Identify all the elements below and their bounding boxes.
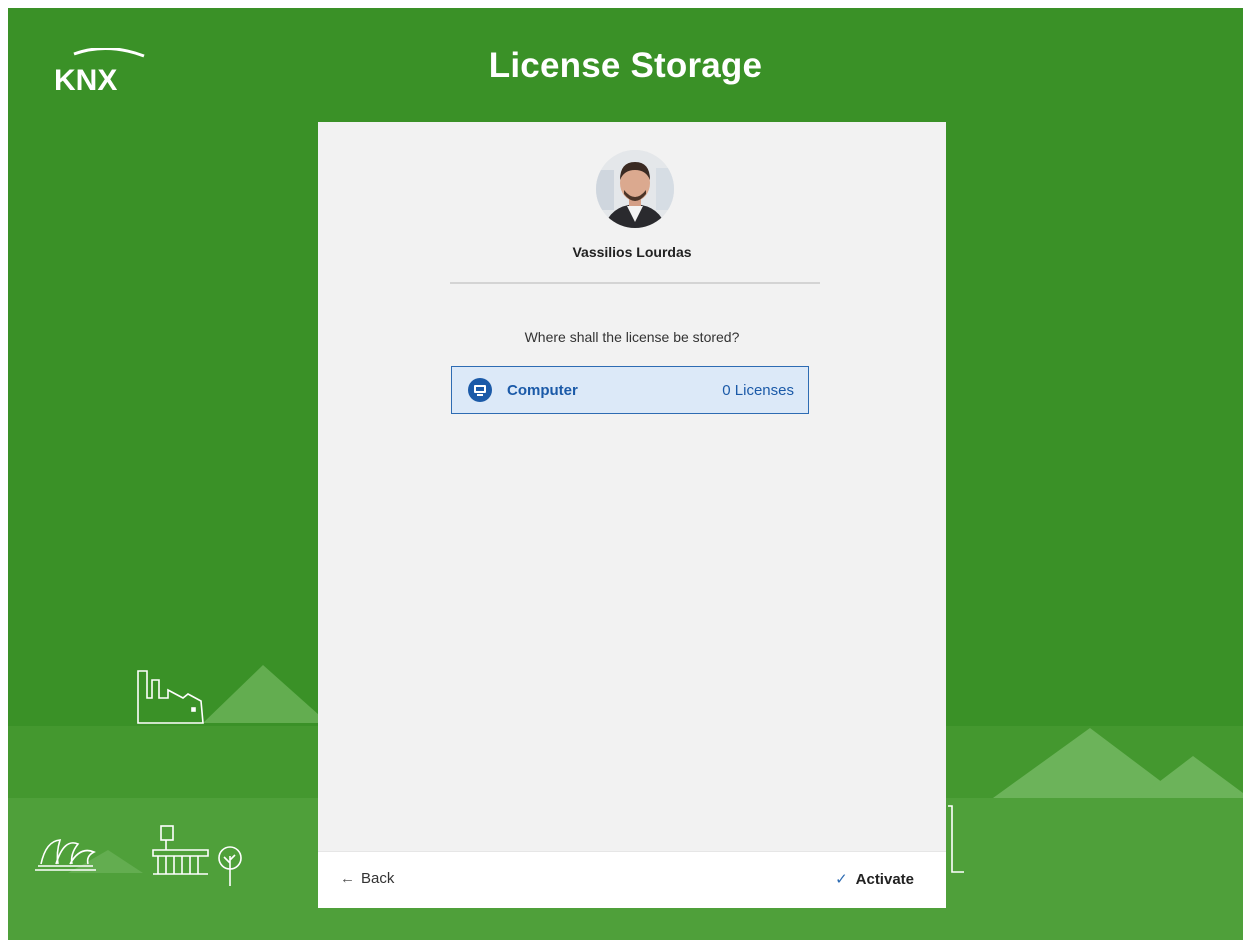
check-icon: ✓ [835, 871, 848, 888]
back-arrow-icon: ← [340, 870, 355, 887]
storage-option-computer[interactable]: Computer 0 Licenses [451, 366, 809, 414]
divider [450, 282, 820, 284]
back-button[interactable]: ← Back [340, 870, 394, 887]
app-window: KNX License Storage Vassilios Lourdas Wh… [8, 8, 1243, 940]
back-label: Back [361, 870, 395, 887]
factory-icon [137, 670, 204, 724]
activate-label: Activate [855, 871, 914, 888]
user-name: Vassilios Lourdas [572, 244, 692, 260]
user-photo [596, 150, 674, 228]
license-storage-panel: Vassilios Lourdas Where shall the licens… [318, 122, 946, 908]
avatar [596, 150, 674, 228]
page-title: License Storage [488, 46, 763, 85]
computer-icon [468, 378, 492, 402]
storage-question: Where shall the license be stored? [524, 329, 740, 345]
activate-button[interactable]: ✓ Activate [835, 870, 914, 888]
storage-option-label: Computer [507, 382, 578, 399]
dialog-footer: ← Back ✓ Activate [318, 851, 946, 908]
storage-option-count: 0 Licenses [722, 382, 794, 399]
